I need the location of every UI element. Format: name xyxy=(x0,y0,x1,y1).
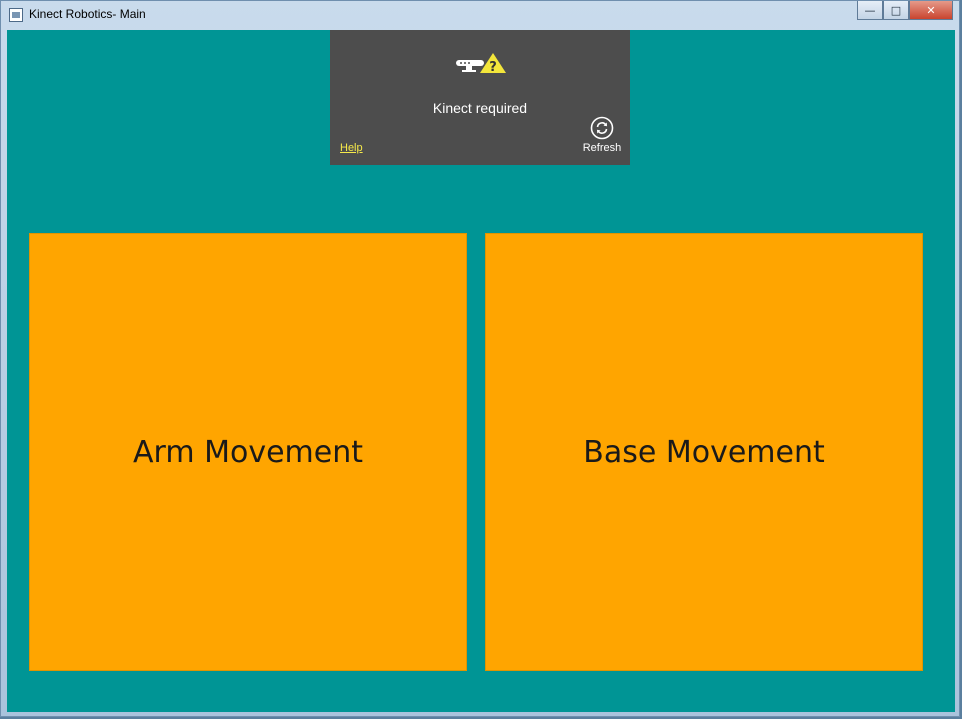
minimize-icon: — xyxy=(864,3,876,17)
close-icon: ✕ xyxy=(926,3,936,17)
kinect-warning-icon: ? xyxy=(456,53,506,74)
window-title: Kinect Robotics- Main xyxy=(29,7,146,21)
svg-text:?: ? xyxy=(489,60,497,74)
client-area: ? Kinect required Help Refresh Arm Movem… xyxy=(7,30,955,712)
close-button[interactable]: ✕ xyxy=(909,1,953,20)
kinect-status-text: Kinect required xyxy=(432,100,528,116)
refresh-icon xyxy=(590,116,614,140)
main-window: Kinect Robotics- Main — □ ✕ ? Kinect req… xyxy=(0,0,960,717)
refresh-label: Refresh xyxy=(582,142,622,154)
title-bar[interactable]: Kinect Robotics- Main — □ ✕ xyxy=(1,1,959,29)
maximize-icon: □ xyxy=(890,3,902,17)
maximize-button[interactable]: □ xyxy=(883,1,909,20)
app-icon[interactable] xyxy=(9,8,23,22)
kinect-sensor-chooser: ? Kinect required Help Refresh xyxy=(330,30,630,165)
help-link[interactable]: Help xyxy=(340,142,363,154)
minimize-button[interactable]: — xyxy=(857,1,883,20)
arm-movement-label: Arm Movement xyxy=(133,434,363,470)
caption-buttons: — □ ✕ xyxy=(857,1,953,21)
base-movement-tile[interactable]: Base Movement xyxy=(485,233,923,671)
arm-movement-tile[interactable]: Arm Movement xyxy=(29,233,467,671)
base-movement-label: Base Movement xyxy=(583,434,825,470)
refresh-button[interactable]: Refresh xyxy=(582,116,622,154)
